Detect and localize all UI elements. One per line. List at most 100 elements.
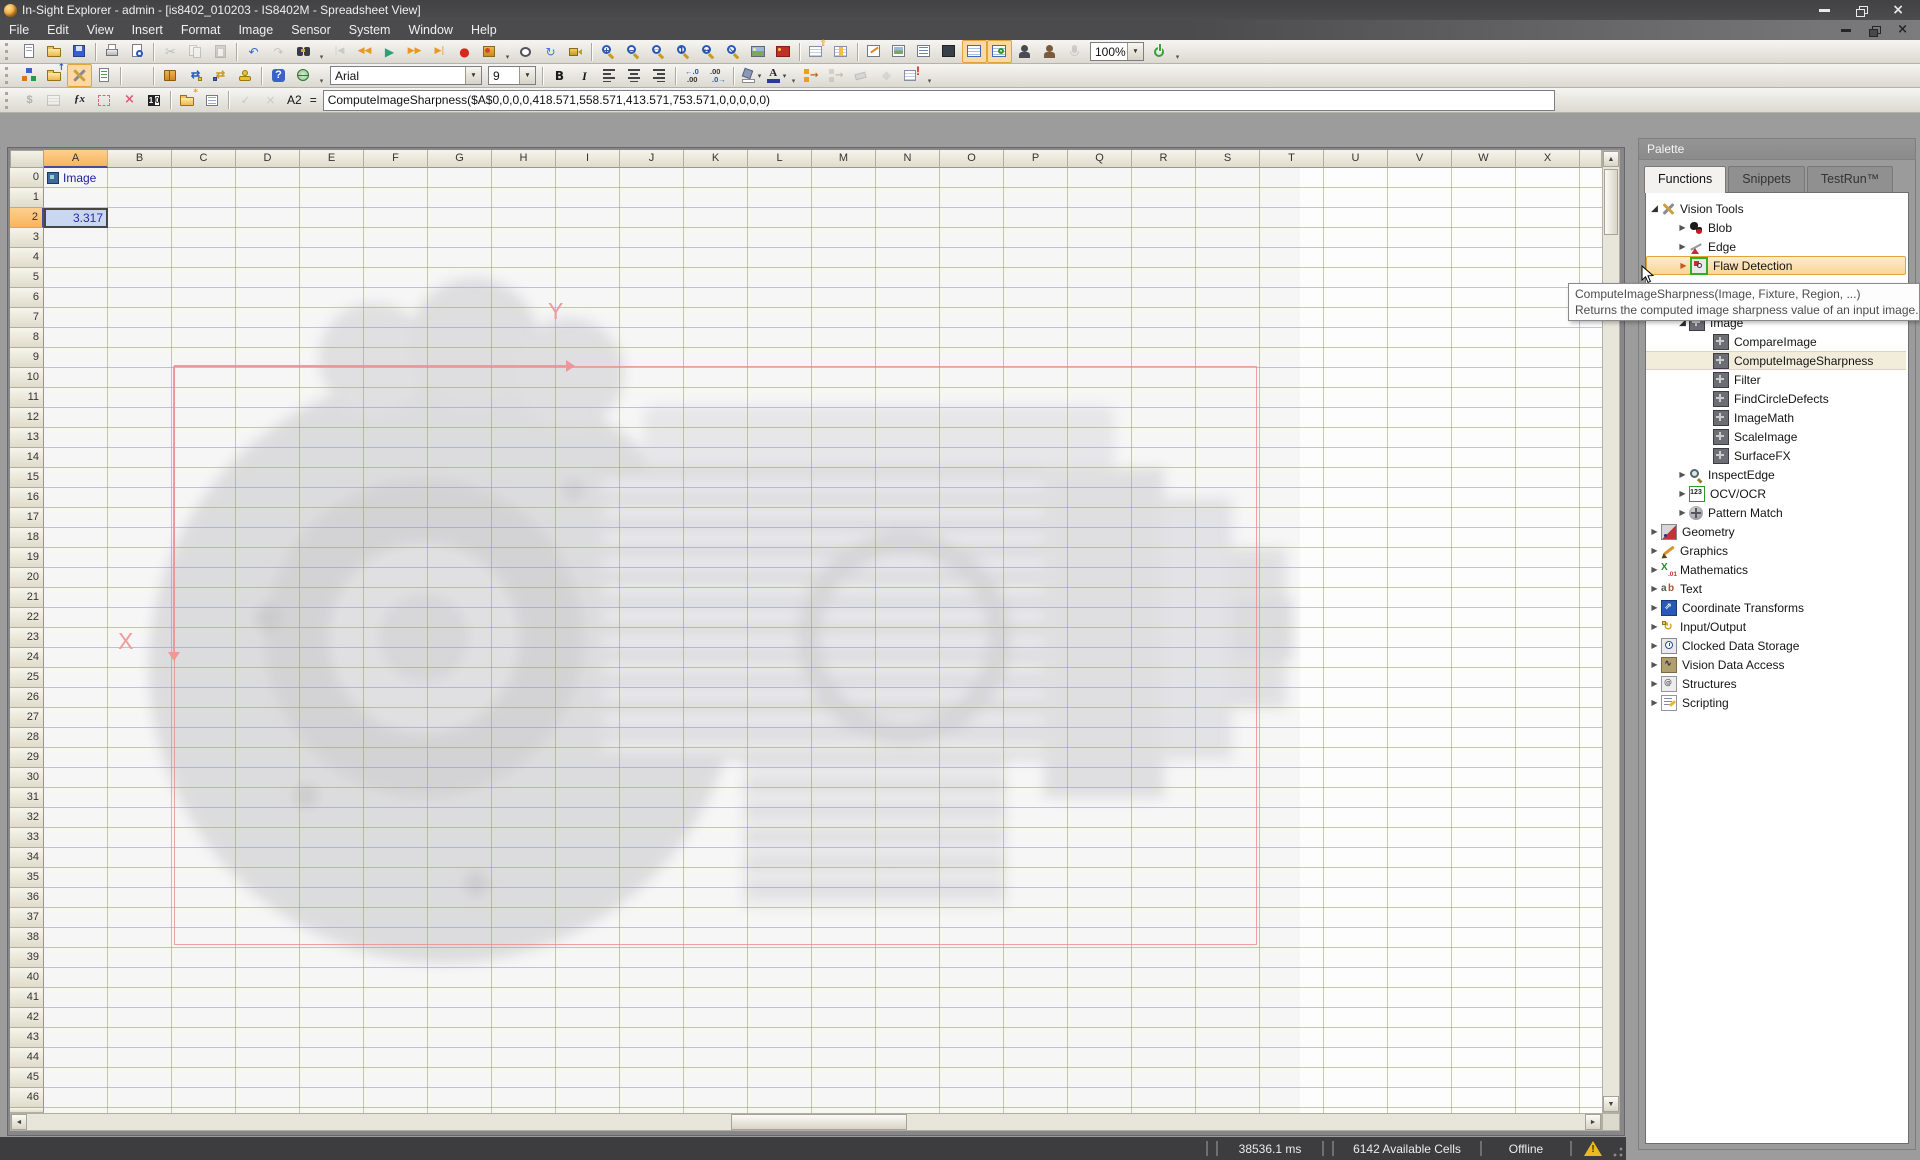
- toolbar-overflow-button[interactable]: ▾: [316, 65, 327, 87]
- tree-item-ocv-ocr[interactable]: ▶OCV/OCR: [1646, 484, 1906, 503]
- formula-input[interactable]: [323, 90, 1555, 111]
- tree-item-scripting[interactable]: ▶Scripting: [1646, 693, 1906, 712]
- row-header-26[interactable]: 26: [10, 688, 44, 708]
- row-header-31[interactable]: 31: [10, 788, 44, 808]
- tree-item-filter[interactable]: Filter: [1646, 370, 1906, 389]
- row-header-36[interactable]: 36: [10, 888, 44, 908]
- cell-state-button[interactable]: [899, 64, 924, 87]
- col-header-P[interactable]: P: [1004, 150, 1068, 168]
- toolbar-overflow-button[interactable]: ▾: [502, 41, 513, 63]
- col-header-J[interactable]: J: [620, 150, 684, 168]
- tree-item-clocked-data-storage[interactable]: ▶Clocked Data Storage: [1646, 636, 1906, 655]
- row-header-39[interactable]: 39: [10, 948, 44, 968]
- row-header-20[interactable]: 20: [10, 568, 44, 588]
- save-to-sensor-button[interactable]: [208, 64, 233, 87]
- binary-toggle-button[interactable]: [142, 89, 167, 112]
- font-family-combo-dropdown-icon[interactable]: ▼: [465, 67, 481, 84]
- row-header-12[interactable]: 12: [10, 408, 44, 428]
- row-header-33[interactable]: 33: [10, 828, 44, 848]
- view-image-button[interactable]: [887, 40, 912, 63]
- previous-image-button[interactable]: ◀◀: [352, 40, 377, 63]
- collapse-icon[interactable]: ◢: [1648, 199, 1661, 218]
- toolbar-grab-handle[interactable]: [5, 67, 13, 84]
- tree-item-mathematics[interactable]: ▶Mathematics: [1646, 560, 1906, 579]
- row-header-43[interactable]: 43: [10, 1028, 44, 1048]
- expand-icon[interactable]: ▶: [1676, 503, 1689, 522]
- col-header-X[interactable]: X: [1516, 150, 1580, 168]
- menu-window[interactable]: Window: [399, 21, 461, 39]
- tree-item-pattern-match[interactable]: ▶Pattern Match: [1646, 503, 1906, 522]
- zoom-in-button[interactable]: +: [596, 40, 621, 63]
- row-header-23[interactable]: 23: [10, 628, 44, 648]
- expand-icon[interactable]: ▶: [1676, 218, 1689, 237]
- row-header-0[interactable]: 0: [10, 168, 44, 188]
- row-header-22[interactable]: 22: [10, 608, 44, 628]
- align-right-button[interactable]: [647, 64, 672, 87]
- col-header-S[interactable]: S: [1196, 150, 1260, 168]
- col-header-U[interactable]: U: [1324, 150, 1388, 168]
- decrease-decimal-button[interactable]: [680, 64, 705, 87]
- camera-button[interactable]: [563, 40, 588, 63]
- next-image-button[interactable]: ▶▶: [402, 40, 427, 63]
- col-header-I[interactable]: I: [556, 150, 620, 168]
- tree-item-computeimagesharpness[interactable]: ComputeImageSharpness: [1646, 351, 1906, 370]
- col-header-T[interactable]: T: [1260, 150, 1324, 168]
- tree-item-flaw-detection[interactable]: ▶Flaw Detection: [1646, 256, 1906, 275]
- toolbar-grab-handle[interactable]: [5, 92, 13, 109]
- load-from-sensor-button[interactable]: [183, 64, 208, 87]
- row-header-27[interactable]: 27: [10, 708, 44, 728]
- row-header-19[interactable]: 19: [10, 548, 44, 568]
- font-color-button[interactable]: ▾: [763, 64, 788, 87]
- row-header-6[interactable]: 6: [10, 288, 44, 308]
- scroll-left-icon[interactable]: ◄: [11, 1114, 27, 1130]
- fill-color-button-dropdown-icon[interactable]: ▾: [758, 72, 762, 80]
- edit-region-button[interactable]: [92, 89, 117, 112]
- notebook-button[interactable]: [158, 64, 183, 87]
- expand-icon[interactable]: ▶: [1648, 579, 1661, 598]
- toolbar-overflow-button[interactable]: ▾: [316, 41, 327, 63]
- trigger-button[interactable]: ↻: [538, 40, 563, 63]
- expand-icon[interactable]: ▶: [1648, 693, 1661, 712]
- select-all-corner[interactable]: [10, 150, 44, 168]
- row-header-3[interactable]: 3: [10, 228, 44, 248]
- tree-item-vision-data-access[interactable]: ▶Vision Data Access: [1646, 655, 1906, 674]
- online-user-button[interactable]: [1012, 40, 1037, 63]
- tree-item-findcircledefects[interactable]: FindCircleDefects: [1646, 389, 1906, 408]
- col-header-K[interactable]: K: [684, 150, 748, 168]
- print-preview-button[interactable]: [125, 40, 150, 63]
- view-custom-button[interactable]: [937, 40, 962, 63]
- font-color-button-dropdown-icon[interactable]: ▾: [783, 72, 787, 80]
- scroll-down-icon[interactable]: ▼: [1603, 1096, 1619, 1112]
- row-header-41[interactable]: 41: [10, 988, 44, 1008]
- toolbar-overflow-button[interactable]: ▾: [788, 65, 799, 87]
- tree-item-compareimage[interactable]: CompareImage: [1646, 332, 1906, 351]
- col-header-Q[interactable]: Q: [1068, 150, 1132, 168]
- row-header-34[interactable]: 34: [10, 848, 44, 868]
- spreadsheet-view-button[interactable]: [962, 40, 987, 63]
- cell-A2-selected[interactable]: 3.317: [44, 208, 108, 228]
- new-snippet-button[interactable]: *: [175, 89, 200, 112]
- undo-button[interactable]: ↶: [241, 40, 266, 63]
- menu-help[interactable]: Help: [462, 21, 506, 39]
- row-header-9[interactable]: 9: [10, 348, 44, 368]
- row-header-30[interactable]: 30: [10, 768, 44, 788]
- tree-item-input-output[interactable]: ▶Input/Output: [1646, 617, 1906, 636]
- expand-icon[interactable]: ▶: [1648, 617, 1661, 636]
- row-header-28[interactable]: 28: [10, 728, 44, 748]
- find-button[interactable]: [291, 40, 316, 63]
- col-header-L[interactable]: L: [748, 150, 812, 168]
- zoom-level-combo-dropdown-icon[interactable]: ▼: [1127, 43, 1143, 60]
- insert-column-button[interactable]: ⇧: [804, 40, 829, 63]
- col-header-G[interactable]: G: [428, 150, 492, 168]
- fill-color-button[interactable]: ▾: [738, 64, 763, 87]
- user-setup-button[interactable]: [125, 64, 150, 87]
- col-header-W[interactable]: W: [1452, 150, 1516, 168]
- col-header-V[interactable]: V: [1388, 150, 1452, 168]
- communications-button[interactable]: [233, 64, 258, 87]
- zoom-1x-button[interactable]: 1: [671, 40, 696, 63]
- open-job-button[interactable]: [42, 40, 67, 63]
- last-image-button[interactable]: ▶|: [427, 40, 452, 63]
- image-display-button[interactable]: [771, 40, 796, 63]
- tree-item-blob[interactable]: ▶Blob: [1646, 218, 1906, 237]
- insert-function-button[interactable]: [67, 89, 92, 112]
